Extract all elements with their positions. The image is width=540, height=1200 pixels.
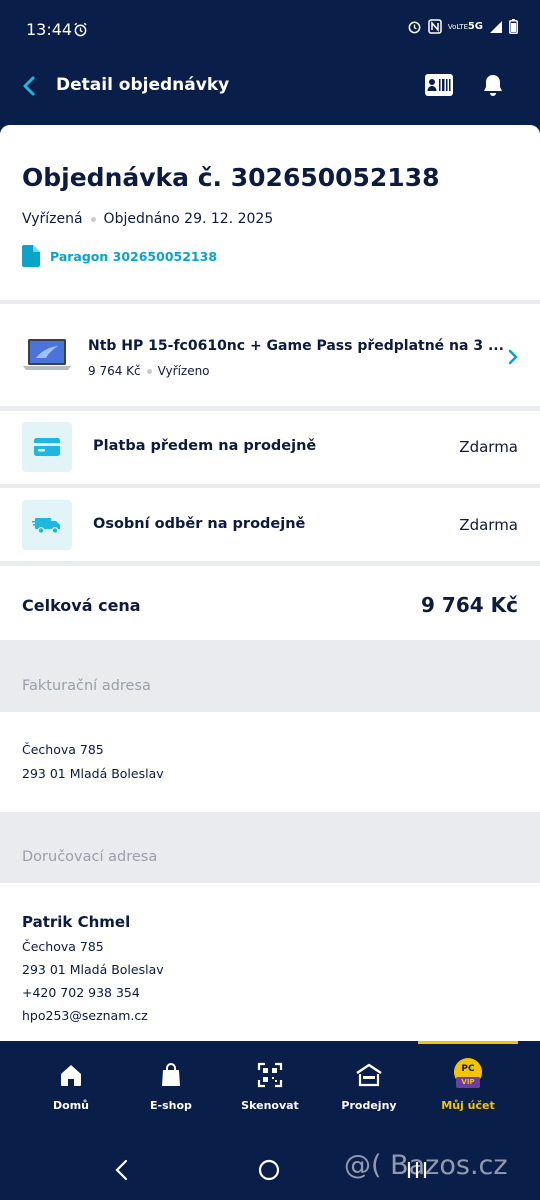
watermark: @( Bazos.cz [344, 1150, 508, 1181]
notification-bell-icon[interactable] [480, 72, 506, 98]
payment-label: Platba předem na prodejně [93, 438, 317, 454]
alarm-icon [74, 22, 87, 37]
signal-icon [490, 20, 502, 33]
product-name: Ntb HP 15-fc0610nc + Game Pass předplatn… [88, 338, 504, 354]
product-row[interactable]: Ntb HP 15-fc0610nc + Game Pass předplatn… [0, 304, 540, 406]
chevron-right-icon [508, 349, 518, 365]
order-title: Objednávka č. 302650052138 [22, 163, 440, 192]
document-icon [22, 245, 40, 267]
status-bar: 13:44 VoLTE 5G [0, 0, 540, 60]
system-home-icon[interactable] [258, 1159, 280, 1181]
total-label: Celková cena [22, 596, 141, 615]
delivery-phone: +420 702 938 354 [22, 985, 140, 1000]
order-detail-content[interactable]: Objednávka č. 302650052138 Vyřízená Obje… [0, 125, 540, 1041]
nav-item-eshop[interactable]: E-shop [121, 1041, 221, 1131]
delivery-city: 293 01 Mladá Boleslav [22, 962, 164, 977]
credit-card-icon [34, 438, 60, 456]
payment-value: Zdarma [459, 438, 518, 456]
nfc-icon [428, 19, 442, 34]
app-bar: Detail objednávky [0, 60, 540, 124]
vip-account-icon: PC VIP [454, 1058, 482, 1090]
product-price: 9 764 Kč [88, 364, 141, 378]
delivery-email: hpo253@seznam.cz [22, 1008, 148, 1023]
volte-indicator: VoLTE [447, 22, 468, 31]
separator-dot [146, 368, 152, 374]
nav-label: Skenovat [241, 1099, 299, 1112]
delivery-street: Čechova 785 [22, 939, 104, 954]
shipping-value: Zdarma [459, 516, 518, 534]
billing-street: Čechova 785 [22, 742, 104, 757]
nav-item-home[interactable]: Domů [21, 1041, 121, 1131]
order-meta: Vyřízená Objednáno 29. 12. 2025 [22, 211, 273, 227]
product-status: Vyřízeno [157, 364, 210, 378]
battery-icon [509, 19, 518, 34]
shipping-icon-box [22, 500, 72, 550]
shopping-bag-icon [162, 1063, 180, 1086]
alarm-icon [408, 21, 421, 34]
billing-heading: Fakturační adresa [22, 678, 151, 694]
store-icon [356, 1063, 382, 1087]
nav-item-account[interactable]: PC VIP Můj účet [418, 1041, 518, 1131]
order-status: Vyřízená [22, 211, 83, 227]
bottom-navigation: Domů E-shop Skenovat Prodejny PC VIP Můj… [0, 1041, 540, 1131]
product-image [23, 339, 71, 370]
billing-address: Čechova 785 293 01 Mladá Boleslav [0, 712, 540, 812]
nav-label: Můj účet [441, 1099, 495, 1112]
status-time: 13:44 [26, 20, 73, 39]
vip-badge-bottom: VIP [456, 1077, 480, 1088]
shipping-row: Osobní odběr na prodejně Zdarma [0, 488, 540, 561]
delivery-truck-icon [32, 518, 60, 534]
status-icons: VoLTE 5G [407, 19, 518, 34]
nav-item-stores[interactable]: Prodejny [319, 1041, 419, 1131]
separator-dot [90, 216, 96, 222]
total-row: Celková cena 9 764 Kč [0, 566, 540, 640]
nav-label: Domů [53, 1099, 89, 1112]
scan-icon [257, 1062, 283, 1088]
page-title: Detail objednávky [56, 75, 230, 95]
nav-item-scan[interactable]: Skenovat [220, 1041, 320, 1131]
product-meta: 9 764 Kč Vyřízeno [88, 364, 210, 378]
loyalty-card-icon[interactable] [424, 72, 454, 98]
delivery-address: Patrik Chmel Čechova 785 293 01 Mladá Bo… [0, 883, 540, 1041]
receipt-link[interactable]: Paragon 302650052138 [22, 245, 217, 267]
network-indicator: 5G [467, 21, 483, 32]
order-header-section: Objednávka č. 302650052138 Vyřízená Obje… [0, 125, 540, 300]
system-back-icon[interactable] [113, 1159, 131, 1181]
order-date: Objednáno 29. 12. 2025 [103, 211, 274, 227]
delivery-heading: Doručovací adresa [22, 849, 158, 865]
nav-label: E-shop [150, 1099, 192, 1112]
billing-city: 293 01 Mladá Boleslav [22, 766, 164, 781]
back-arrow-icon[interactable] [18, 74, 42, 98]
delivery-name: Patrik Chmel [22, 913, 131, 931]
receipt-label: Paragon 302650052138 [50, 248, 218, 264]
home-icon [61, 1065, 81, 1086]
payment-icon-box [22, 422, 72, 472]
payment-row: Platba předem na prodejně Zdarma [0, 411, 540, 484]
shipping-label: Osobní odběr na prodejně [93, 516, 306, 532]
nav-label: Prodejny [341, 1099, 397, 1112]
total-value: 9 764 Kč [421, 593, 518, 617]
